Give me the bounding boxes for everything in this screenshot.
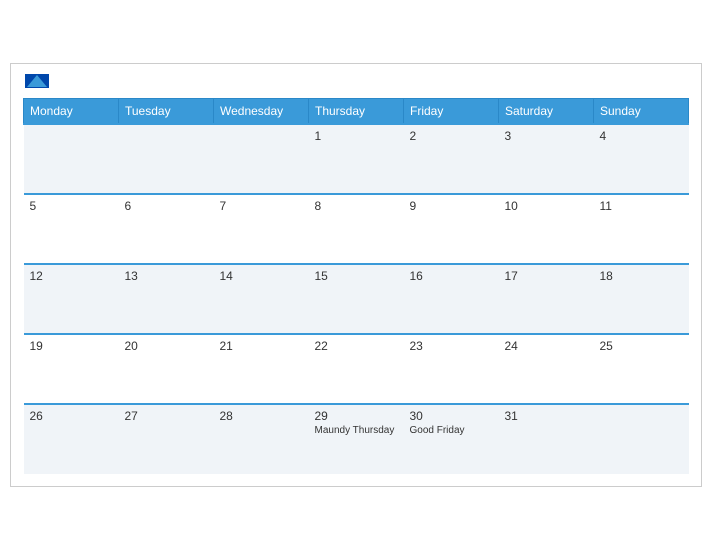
week-row: 19 20 21 22 23 24 25	[24, 334, 689, 404]
day-number: 15	[315, 269, 398, 283]
day-number: 6	[125, 199, 208, 213]
calendar-cell	[594, 404, 689, 474]
calendar-cell: 12	[24, 264, 119, 334]
calendar-cell: 5	[24, 194, 119, 264]
calendar-cell: 15	[309, 264, 404, 334]
calendar-cell: 17	[499, 264, 594, 334]
day-number: 11	[600, 199, 683, 213]
day-number: 25	[600, 339, 683, 353]
weekday-row: MondayTuesdayWednesdayThursdayFridaySatu…	[24, 99, 689, 125]
day-number: 9	[410, 199, 493, 213]
day-number: 1	[315, 129, 398, 143]
day-number: 4	[600, 129, 683, 143]
calendar-cell: 24	[499, 334, 594, 404]
calendar-cell: 18	[594, 264, 689, 334]
day-number: 18	[600, 269, 683, 283]
weekday-header: Tuesday	[119, 99, 214, 125]
calendar-cell: 7	[214, 194, 309, 264]
day-number: 14	[220, 269, 303, 283]
day-number: 28	[220, 409, 303, 423]
calendar-cell	[214, 124, 309, 194]
calendar-cell: 29 Maundy Thursday	[309, 404, 404, 474]
calendar-cell: 21	[214, 334, 309, 404]
calendar-cell: 26	[24, 404, 119, 474]
day-number: 21	[220, 339, 303, 353]
calendar-container: MondayTuesdayWednesdayThursdayFridaySatu…	[10, 63, 702, 487]
day-number: 20	[125, 339, 208, 353]
day-number: 17	[505, 269, 588, 283]
weekday-header: Sunday	[594, 99, 689, 125]
calendar-cell: 27	[119, 404, 214, 474]
calendar-cell: 22	[309, 334, 404, 404]
day-number: 3	[505, 129, 588, 143]
calendar-cell	[119, 124, 214, 194]
day-number: 7	[220, 199, 303, 213]
weekday-header: Monday	[24, 99, 119, 125]
calendar-cell: 19	[24, 334, 119, 404]
day-number: 5	[30, 199, 113, 213]
calendar-cell: 1	[309, 124, 404, 194]
day-number: 24	[505, 339, 588, 353]
calendar-cell: 11	[594, 194, 689, 264]
calendar-cell: 28	[214, 404, 309, 474]
week-row: 56789 10 11	[24, 194, 689, 264]
day-number: 19	[30, 339, 113, 353]
day-number: 22	[315, 339, 398, 353]
day-number: 23	[410, 339, 493, 353]
logo	[23, 74, 49, 88]
week-row: 26 27 28 29 Maundy Thursday 30 Good Friday 31	[24, 404, 689, 474]
day-number: 29	[315, 409, 398, 423]
day-number: 27	[125, 409, 208, 423]
calendar-cell: 6	[119, 194, 214, 264]
day-number: 2	[410, 129, 493, 143]
calendar-cell: 9	[404, 194, 499, 264]
weekday-header: Wednesday	[214, 99, 309, 125]
calendar-cell	[24, 124, 119, 194]
calendar-cell: 2	[404, 124, 499, 194]
day-number: 8	[315, 199, 398, 213]
weekday-header: Saturday	[499, 99, 594, 125]
day-number: 13	[125, 269, 208, 283]
calendar-cell: 16	[404, 264, 499, 334]
weekday-header: Friday	[404, 99, 499, 125]
calendar-cell: 4	[594, 124, 689, 194]
calendar-cell: 23	[404, 334, 499, 404]
calendar-cell: 14	[214, 264, 309, 334]
weekday-header: Thursday	[309, 99, 404, 125]
day-number: 16	[410, 269, 493, 283]
calendar-cell: 20	[119, 334, 214, 404]
calendar-table: MondayTuesdayWednesdayThursdayFridaySatu…	[23, 98, 689, 474]
day-number: 10	[505, 199, 588, 213]
calendar-body: 1234567891011121314151617181920212223242…	[24, 124, 689, 474]
day-number: 31	[505, 409, 588, 423]
calendar-cell: 3	[499, 124, 594, 194]
calendar-cell: 13	[119, 264, 214, 334]
day-number: 12	[30, 269, 113, 283]
logo-flag-icon	[25, 74, 49, 88]
calendar-cell: 30 Good Friday	[404, 404, 499, 474]
calendar-header-row: MondayTuesdayWednesdayThursdayFridaySatu…	[24, 99, 689, 125]
holiday-label: Good Friday	[410, 425, 493, 436]
calendar-cell: 31	[499, 404, 594, 474]
week-row: 12 13 14 15 16 17 18	[24, 264, 689, 334]
calendar-header	[23, 74, 689, 88]
day-number: 30	[410, 409, 493, 423]
calendar-cell: 10	[499, 194, 594, 264]
calendar-cell: 25	[594, 334, 689, 404]
holiday-label: Maundy Thursday	[315, 425, 398, 436]
day-number: 26	[30, 409, 113, 423]
calendar-cell: 8	[309, 194, 404, 264]
week-row: 1234	[24, 124, 689, 194]
